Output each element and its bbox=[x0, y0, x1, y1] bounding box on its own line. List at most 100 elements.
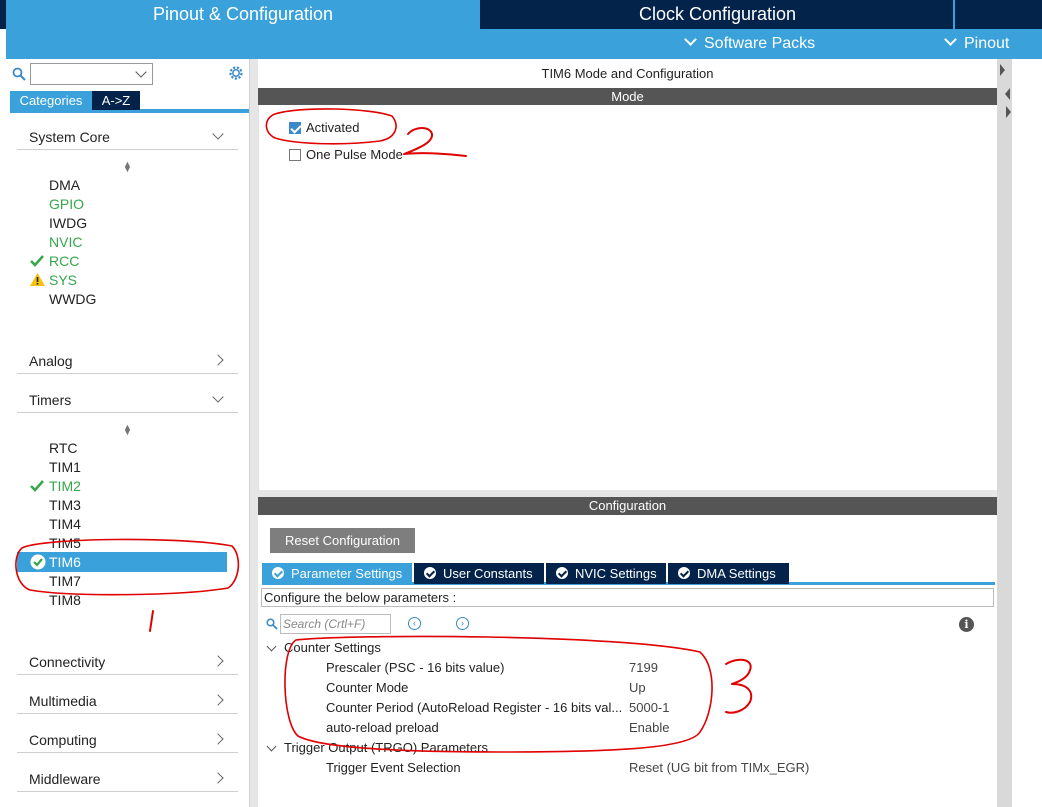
chevron-right-icon bbox=[212, 733, 224, 745]
param-name-counter-period: Counter Period (AutoReload Register - 16… bbox=[326, 700, 623, 715]
activated-checkbox[interactable] bbox=[289, 122, 301, 134]
peripheral-item-tim5[interactable]: TIM5 bbox=[49, 534, 81, 553]
configuration-description: Configure the below parameters : bbox=[261, 588, 994, 607]
tab-dma-settings[interactable]: DMA Settings bbox=[668, 563, 789, 584]
splitter[interactable] bbox=[250, 59, 258, 807]
sidebar-view-tabs: Categories A->Z bbox=[10, 91, 249, 113]
parameter-search-input[interactable]: Search (Crtl+F) bbox=[280, 614, 391, 634]
trigger-output-group[interactable]: Trigger Output (TRGO) Parameters bbox=[284, 739, 488, 757]
param-value-prescaler[interactable]: 7199 bbox=[629, 659, 658, 677]
software-packs-menu[interactable]: Software Packs bbox=[684, 29, 816, 59]
search-next-icon[interactable]: › bbox=[456, 617, 469, 630]
tab-label: Parameter Settings bbox=[291, 566, 403, 581]
page-title: TIM6 Mode and Configuration bbox=[258, 61, 997, 87]
tab-categories[interactable]: Categories bbox=[10, 91, 92, 110]
tab-label: User Constants bbox=[443, 566, 533, 581]
chevron-down-icon bbox=[684, 33, 697, 46]
right-margin bbox=[1012, 59, 1042, 807]
peripheral-item-tim6-label: TIM6 bbox=[49, 554, 81, 570]
peripheral-item-wwdg[interactable]: WWDG bbox=[49, 290, 96, 309]
param-name-trigger-event-selection: Trigger Event Selection bbox=[326, 760, 461, 775]
group-label: Connectivity bbox=[29, 654, 106, 670]
peripheral-item-nvic[interactable]: NVIC bbox=[49, 233, 82, 252]
secondary-menu-bar: Software Packs Pinout bbox=[6, 29, 1042, 59]
activated-label: Activated bbox=[306, 120, 360, 135]
group-multimedia[interactable]: Multimedia bbox=[17, 688, 238, 714]
software-packs-label: Software Packs bbox=[704, 35, 816, 52]
sort-icon[interactable]: ▲ ▼ bbox=[123, 423, 132, 437]
configuration-tabs: Parameter Settings User Constants NVIC S… bbox=[262, 563, 995, 585]
warning-icon bbox=[30, 273, 45, 286]
group-system-core[interactable]: System Core bbox=[17, 124, 238, 150]
chevron-right-icon bbox=[212, 694, 224, 706]
horizontal-splitter[interactable] bbox=[258, 490, 997, 497]
param-value-auto-reload-preload[interactable]: Enable bbox=[629, 719, 669, 737]
group-timers[interactable]: Timers bbox=[17, 387, 238, 413]
param-name-counter-mode: Counter Mode bbox=[326, 680, 409, 695]
search-icon bbox=[266, 618, 278, 630]
tab-a-to-z[interactable]: A->Z bbox=[92, 91, 140, 110]
group-label: Timers bbox=[29, 392, 72, 408]
peripheral-item-sys[interactable]: SYS bbox=[49, 271, 77, 290]
peripheral-item-dma[interactable]: DMA bbox=[49, 176, 80, 195]
peripheral-item-tim4[interactable]: TIM4 bbox=[49, 515, 81, 534]
top-navigation-bar: Pinout & Configuration Clock Configurati… bbox=[0, 0, 1042, 29]
group-label: Multimedia bbox=[29, 693, 97, 709]
tab-pinout-configuration[interactable]: Pinout & Configuration bbox=[6, 0, 480, 29]
peripheral-item-tim7[interactable]: TIM7 bbox=[49, 572, 81, 591]
check-circle-icon bbox=[556, 567, 568, 579]
tab-label: DMA Settings bbox=[697, 566, 776, 581]
reset-configuration-button[interactable]: Reset Configuration bbox=[270, 528, 415, 553]
peripheral-item-tim3[interactable]: TIM3 bbox=[49, 496, 81, 515]
tab-label: NVIC Settings bbox=[575, 566, 657, 581]
one-pulse-mode-checkbox[interactable] bbox=[289, 149, 301, 161]
configuration-header: Configuration bbox=[258, 497, 997, 515]
group-computing[interactable]: Computing bbox=[17, 727, 238, 753]
tab-overflow[interactable] bbox=[957, 0, 1042, 29]
search-icon[interactable] bbox=[12, 67, 26, 81]
pinout-menu[interactable]: Pinout bbox=[944, 29, 1009, 59]
right-side-strip bbox=[997, 59, 1012, 807]
peripheral-item-tim2[interactable]: TIM2 bbox=[49, 477, 81, 496]
tab-nvic-settings[interactable]: NVIC Settings bbox=[546, 563, 666, 584]
param-name-auto-reload-preload: auto-reload preload bbox=[326, 720, 439, 735]
param-value-counter-period[interactable]: 5000-1 bbox=[629, 699, 669, 717]
tab-clock-configuration[interactable]: Clock Configuration bbox=[482, 0, 955, 29]
group-label: Analog bbox=[29, 353, 73, 369]
sort-icon[interactable]: ▲ ▼ bbox=[123, 160, 132, 174]
check-circle-icon bbox=[30, 554, 46, 570]
group-connectivity[interactable]: Connectivity bbox=[17, 649, 238, 675]
group-analog[interactable]: Analog bbox=[17, 348, 238, 374]
group-middleware[interactable]: Middleware bbox=[17, 766, 238, 792]
counter-settings-group[interactable]: Counter Settings bbox=[284, 639, 381, 657]
check-circle-icon bbox=[678, 567, 690, 579]
chevron-right-icon bbox=[212, 354, 224, 366]
gear-icon[interactable] bbox=[227, 64, 245, 82]
chevron-down-icon bbox=[212, 391, 224, 403]
sidebar-search-row bbox=[10, 63, 250, 86]
peripheral-item-rcc[interactable]: RCC bbox=[49, 252, 79, 271]
peripheral-item-iwdg[interactable]: IWDG bbox=[49, 214, 87, 233]
chevron-down-icon bbox=[944, 33, 957, 46]
checkmark-icon bbox=[30, 255, 44, 267]
one-pulse-mode-label: One Pulse Mode bbox=[306, 147, 403, 162]
info-icon[interactable]: i bbox=[959, 617, 974, 632]
tab-user-constants[interactable]: User Constants bbox=[414, 563, 544, 584]
peripheral-item-gpio[interactable]: GPIO bbox=[49, 195, 84, 214]
chevron-down-icon[interactable] bbox=[135, 66, 147, 78]
group-label: Computing bbox=[29, 732, 97, 748]
peripheral-item-rtc[interactable]: RTC bbox=[49, 439, 78, 458]
param-value-counter-mode[interactable]: Up bbox=[629, 679, 646, 697]
search-previous-icon[interactable]: ‹ bbox=[408, 617, 421, 630]
peripheral-item-tim1[interactable]: TIM1 bbox=[49, 458, 81, 477]
collapse-arrows-icon[interactable] bbox=[998, 62, 1012, 120]
group-label: System Core bbox=[29, 129, 110, 145]
chevron-right-icon bbox=[212, 655, 224, 667]
check-circle-icon bbox=[424, 567, 436, 579]
tab-parameter-settings[interactable]: Parameter Settings bbox=[262, 563, 412, 584]
group-label: Middleware bbox=[29, 771, 101, 787]
param-name-prescaler: Prescaler (PSC - 16 bits value) bbox=[326, 660, 505, 675]
sidebar-search-combobox[interactable] bbox=[30, 63, 153, 85]
param-value-trigger-event-selection[interactable]: Reset (UG bit from TIMx_EGR) bbox=[629, 759, 809, 777]
peripheral-item-tim8[interactable]: TIM8 bbox=[49, 591, 81, 610]
